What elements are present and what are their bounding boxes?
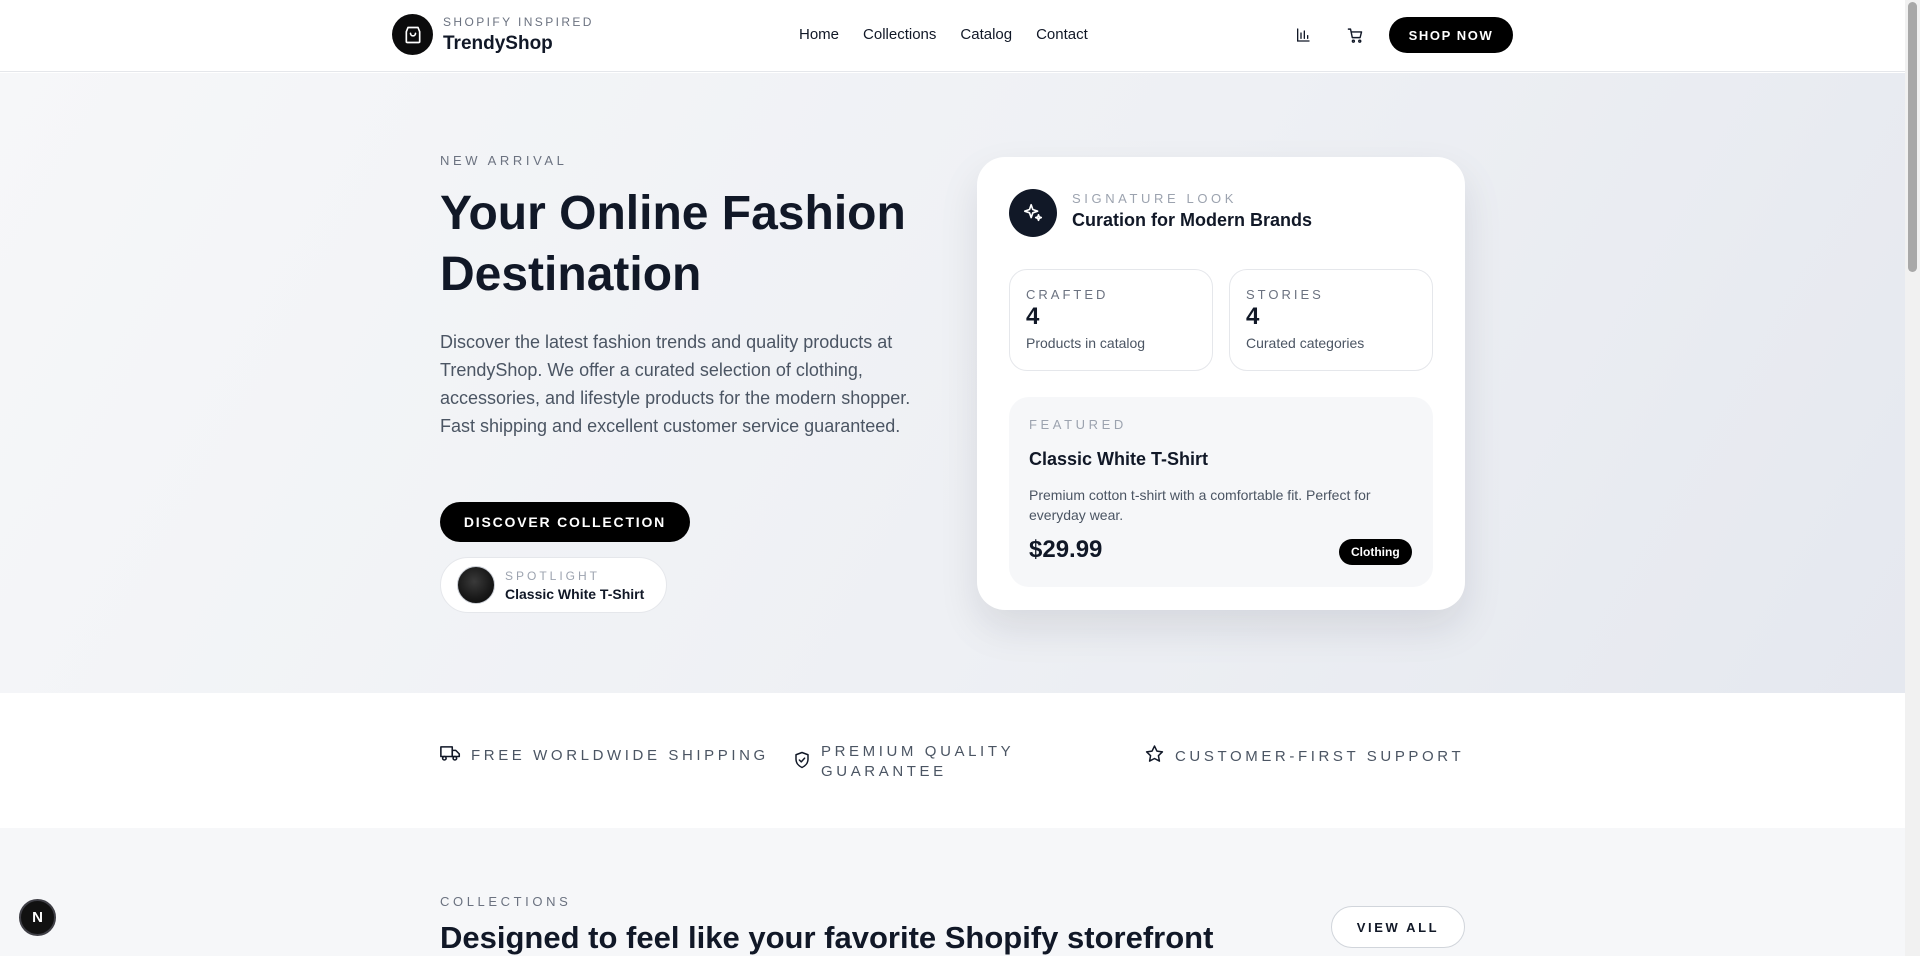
nav-link-contact[interactable]: Contact [1036,25,1088,45]
collections-eyebrow: COLLECTIONS [440,894,572,909]
stat-value: 4 [1026,303,1040,330]
page-scrollbar[interactable] [1905,0,1920,956]
collections-title: Designed to feel like your favorite Shop… [440,920,1214,955]
feature-quality: PREMIUM QUALITY GUARANTEE [793,742,1014,782]
feature-label: FREE WORLDWIDE SHIPPING [471,746,769,764]
nav-link-catalog[interactable]: Catalog [960,25,1012,45]
brand-kicker: SHOPIFY INSPIRED [443,14,594,29]
hero-section: NEW ARRIVAL Your Online Fashion Destinat… [0,73,1905,693]
featured-product[interactable]: FEATURED Classic White T-Shirt Premium c… [1009,397,1433,587]
site-header: SHOPIFY INSPIRED TrendyShop Home Collect… [0,0,1905,72]
stat-value: 4 [1246,303,1260,330]
hero-title: Your Online Fashion Destination [440,187,906,301]
featured-kicker: FEATURED [1029,417,1127,432]
bag-icon [392,14,433,55]
brand-name: TrendyShop [443,32,553,54]
scrollbar-thumb[interactable] [1908,2,1917,272]
features-strip: FREE WORLDWIDE SHIPPING PREMIUM QUALITY … [0,693,1905,828]
feature-shipping: FREE WORLDWIDE SHIPPING [440,744,769,767]
brand[interactable]: SHOPIFY INSPIRED TrendyShop [392,14,594,55]
truck-icon [440,744,461,767]
signature-look-card: SIGNATURE LOOK Curation for Modern Brand… [977,157,1465,610]
featured-product-price: $29.99 [1029,536,1103,563]
card-title: Curation for Modern Brands [1072,210,1313,230]
discover-collection-button[interactable]: DISCOVER COLLECTION [440,502,690,542]
stat-crafted: CRAFTED 4 Products in catalog [1009,269,1213,371]
feature-label: PREMIUM QUALITY GUARANTEE [821,742,1014,782]
nav-link-collections[interactable]: Collections [863,25,936,45]
hero-description: Discover the latest fashion trends and q… [440,332,911,436]
feature-label-line-1: PREMIUM QUALITY [821,743,1015,760]
cart-icon[interactable] [1342,22,1368,48]
nav-link-home[interactable]: Home [799,25,839,45]
next-dev-indicator[interactable]: N [19,899,56,936]
spotlight-product-thumbnail [457,566,495,604]
featured-product-description: Premium cotton t-shirt with a comfortabl… [1029,487,1371,523]
shop-now-button[interactable]: SHOP NOW [1389,17,1513,53]
stat-stories: STORIES 4 Curated categories [1229,269,1433,371]
spotlight-kicker: SPOTLIGHT [505,568,601,583]
card-kicker: SIGNATURE LOOK [1072,191,1238,206]
collections-section: COLLECTIONS Designed to feel like your f… [0,828,1905,956]
view-all-button[interactable]: VIEW ALL [1331,906,1465,948]
stat-label: Products in catalog [1026,335,1146,351]
hero-eyebrow: NEW ARRIVAL [440,153,568,168]
sparkles-icon [1009,189,1057,237]
spotlight-product-name: Classic White T-Shirt [505,585,645,602]
featured-product-name: Classic White T-Shirt [1029,449,1209,469]
feature-label: CUSTOMER-FIRST SUPPORT [1175,747,1465,765]
star-icon [1144,744,1165,769]
stat-label: Curated categories [1246,335,1365,351]
main-nav: Home Collections Catalog Contact [799,25,1088,45]
feature-label-line-2: GUARANTEE [821,763,947,780]
stat-kicker: STORIES [1246,287,1324,302]
feature-support: CUSTOMER-FIRST SUPPORT [1144,744,1464,769]
shield-check-icon [793,750,811,775]
stat-kicker: CRAFTED [1026,287,1109,302]
bar-chart-icon[interactable] [1290,22,1316,48]
category-badge: Clothing [1339,539,1412,565]
spotlight-chip[interactable]: SPOTLIGHT Classic White T-Shirt [440,557,667,613]
